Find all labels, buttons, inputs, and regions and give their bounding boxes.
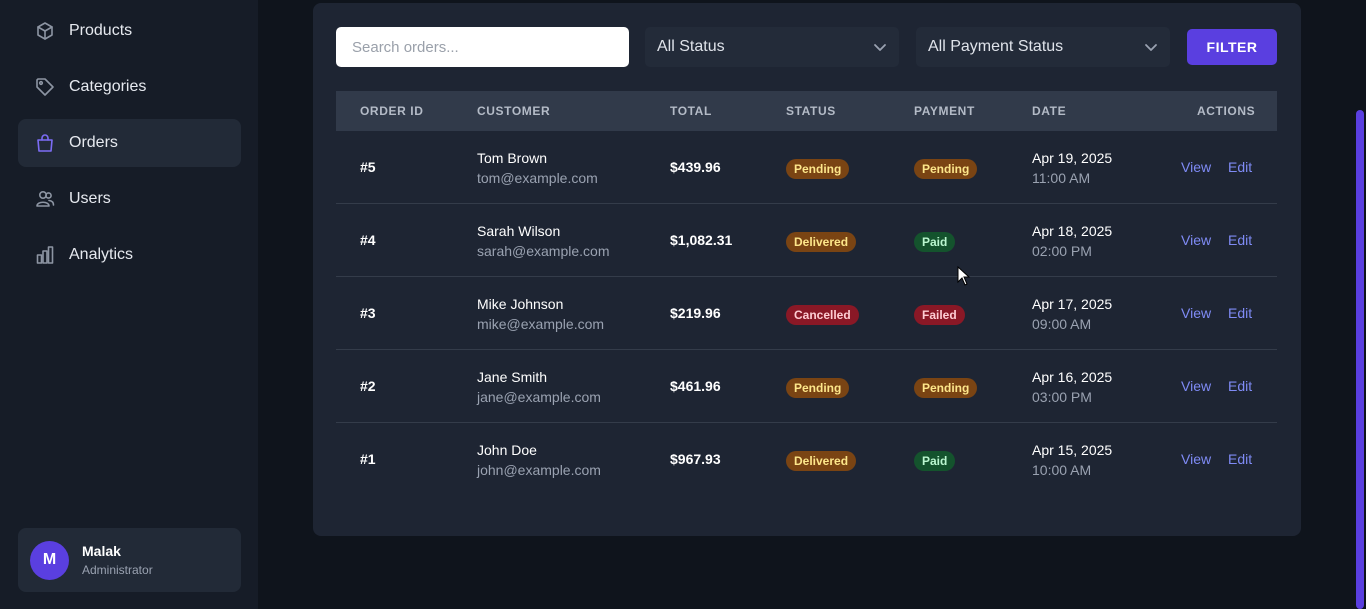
view-link[interactable]: View [1181,305,1211,321]
status-select[interactable]: All Status [645,27,899,67]
table-row: #3 Mike Johnson mike@example.com $219.96… [336,277,1277,350]
order-total: $461.96 [670,378,721,394]
column-header-payment[interactable]: PAYMENT [914,104,975,118]
payment-badge: Paid [914,232,956,252]
customer-name: John Doe [477,442,537,458]
user-card[interactable]: M Malak Administrator [18,528,241,592]
order-total: $1,082.31 [670,232,733,248]
order-id: #2 [360,378,376,394]
order-date: Apr 19, 2025 [1032,150,1113,166]
view-link[interactable]: View [1181,451,1211,467]
view-link[interactable]: View [1181,378,1211,394]
customer-email: mike@example.com [477,316,605,332]
sidebar-item-orders[interactable]: Orders [18,119,241,167]
order-id: #5 [360,159,376,175]
tag-icon [35,77,55,97]
sidebar: Products Categories Orders Users Analyti… [0,0,258,609]
order-date: Apr 15, 2025 [1032,442,1113,458]
sidebar-item-products[interactable]: Products [18,7,241,55]
edit-link[interactable]: Edit [1228,159,1252,175]
order-time: 03:00 PM [1032,389,1092,405]
shopping-bag-icon [35,133,55,153]
sidebar-item-label: Users [69,190,111,207]
table-row: #2 Jane Smith jane@example.com $461.96 P… [336,350,1277,423]
order-time: 11:00 AM [1032,170,1091,186]
status-badge: Pending [786,378,850,398]
order-time: 09:00 AM [1032,316,1092,332]
scrollbar-thumb[interactable] [1356,110,1364,609]
customer-email: john@example.com [477,462,601,478]
view-link[interactable]: View [1181,232,1211,248]
column-header-date[interactable]: DATE [1032,104,1066,118]
customer-email: tom@example.com [477,170,598,186]
table-row: #4 Sarah Wilson sarah@example.com $1,082… [336,204,1277,277]
sidebar-item-label: Orders [69,134,118,151]
order-id: #3 [360,305,376,321]
bar-chart-icon [35,245,55,265]
chevron-down-icon [873,40,887,54]
column-header-total[interactable]: TOTAL [670,104,712,118]
sidebar-item-categories[interactable]: Categories [18,63,241,111]
order-total: $219.96 [670,305,721,321]
status-badge: Delivered [786,232,857,252]
payment-badge: Paid [914,451,956,471]
customer-name: Sarah Wilson [477,223,561,239]
sidebar-item-users[interactable]: Users [18,175,241,223]
customer-name: Jane Smith [477,369,548,385]
view-link[interactable]: View [1181,159,1211,175]
user-name: Malak [82,543,121,559]
edit-link[interactable]: Edit [1228,378,1252,394]
user-role: Administrator [82,563,153,577]
sidebar-item-label: Categories [69,78,147,95]
order-id: #4 [360,232,376,248]
order-date: Apr 17, 2025 [1032,296,1113,312]
users-icon [35,189,55,209]
payment-badge: Pending [914,159,978,179]
table-header: ORDER ID CUSTOMER TOTAL STATUS PAYMENT D… [336,91,1277,131]
status-select-value: All Status [657,38,725,55]
payment-status-select[interactable]: All Payment Status [916,27,1170,67]
mouse-cursor-icon [957,266,971,286]
payment-badge: Failed [914,305,965,325]
order-total: $439.96 [670,159,721,175]
status-badge: Pending [786,159,850,179]
edit-link[interactable]: Edit [1228,232,1252,248]
sidebar-item-analytics[interactable]: Analytics [18,231,241,279]
payment-badge: Pending [914,378,978,398]
filter-button[interactable]: FILTER [1187,29,1277,65]
table-row: #1 John Doe john@example.com $967.93 Del… [336,423,1277,496]
chevron-down-icon [1144,40,1158,54]
column-header-status[interactable]: STATUS [786,104,836,118]
sidebar-item-label: Products [69,22,133,39]
customer-email: jane@example.com [477,389,601,405]
order-time: 10:00 AM [1032,462,1092,478]
status-badge: Delivered [786,451,857,471]
search-input[interactable] [336,27,629,67]
status-badge: Cancelled [786,305,859,325]
customer-name: Mike Johnson [477,296,564,312]
order-total: $967.93 [670,451,721,467]
column-header-order-id[interactable]: ORDER ID [360,104,423,118]
edit-link[interactable]: Edit [1228,451,1252,467]
order-date: Apr 16, 2025 [1032,369,1113,385]
column-header-customer[interactable]: CUSTOMER [477,104,550,118]
edit-link[interactable]: Edit [1228,305,1252,321]
sidebar-item-label: Analytics [69,246,134,263]
customer-name: Tom Brown [477,150,548,166]
order-id: #1 [360,451,376,467]
box-icon [35,21,55,41]
avatar: M [30,540,69,580]
order-time: 02:00 PM [1032,243,1092,259]
payment-status-select-value: All Payment Status [928,38,1064,55]
customer-email: sarah@example.com [477,243,610,259]
table-row: #5 Tom Brown tom@example.com $439.96 Pen… [336,131,1277,204]
order-date: Apr 18, 2025 [1032,223,1113,239]
column-header-actions: ACTIONS [1197,104,1256,118]
